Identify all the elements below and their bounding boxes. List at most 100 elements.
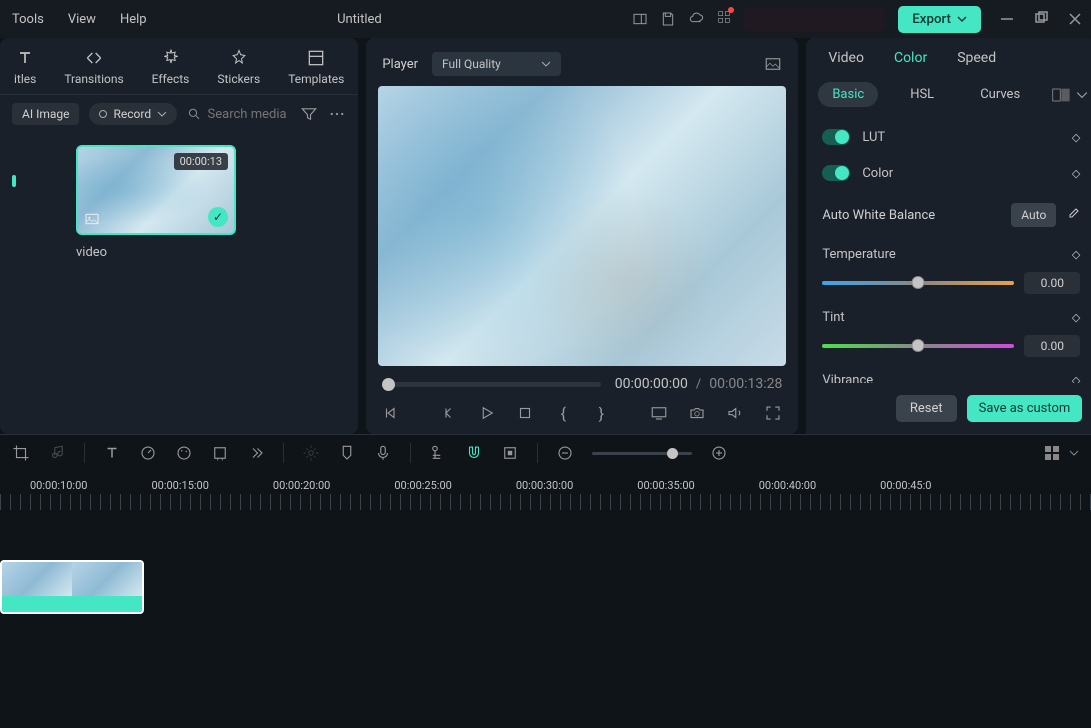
eyedropper-icon[interactable]: [1064, 207, 1080, 223]
keyframe-icon[interactable]: ◇: [1072, 167, 1080, 180]
frame-icon[interactable]: [501, 444, 519, 462]
tab-transitions[interactable]: Transitions: [64, 48, 123, 86]
keyframe-icon[interactable]: ◇: [1072, 311, 1080, 324]
gear-icon[interactable]: [302, 444, 320, 462]
mic-icon[interactable]: [374, 444, 392, 462]
zoom-handle[interactable]: [667, 448, 678, 459]
close-icon[interactable]: [1067, 11, 1083, 27]
ruler-tick: 00:00:35:00: [637, 479, 694, 492]
zoom-in-icon[interactable]: [710, 444, 728, 462]
scrubber-track[interactable]: [382, 382, 600, 387]
tab-speed[interactable]: Speed: [957, 50, 996, 66]
snap-icon[interactable]: [211, 444, 229, 462]
tab-effects[interactable]: Effects: [152, 48, 190, 86]
search-icon[interactable]: [187, 105, 201, 123]
scrubber-handle[interactable]: [382, 378, 395, 391]
camera-icon[interactable]: [688, 404, 706, 422]
tab-stickers[interactable]: Stickers: [217, 48, 260, 86]
notification-dot: [728, 7, 734, 13]
record-button[interactable]: Record: [89, 103, 177, 125]
play-icon[interactable]: [478, 404, 496, 422]
save-icon[interactable]: [660, 11, 676, 27]
mark-out-icon[interactable]: }: [592, 404, 610, 422]
menu-tools[interactable]: Tools: [12, 12, 44, 27]
timeline-toolbar: [0, 434, 1091, 471]
ai-image-button[interactable]: AI Image: [12, 103, 79, 125]
timeline-clip[interactable]: [0, 560, 144, 614]
color-toggle[interactable]: [822, 165, 850, 181]
slider-handle[interactable]: [912, 339, 925, 352]
step-back-icon[interactable]: [440, 404, 458, 422]
media-toolbar: AI Image Record: [0, 94, 358, 133]
subtab-curves[interactable]: Curves: [966, 82, 1034, 107]
maximize-icon[interactable]: [1033, 11, 1049, 27]
save-custom-button[interactable]: Save as custom: [967, 395, 1083, 422]
lut-label: LUT: [862, 130, 885, 145]
keyframe-icon[interactable]: ◇: [1072, 131, 1080, 144]
ruler-tick: 00:00:20:00: [273, 479, 330, 492]
time-ruler[interactable]: 00:00:10:00 00:00:15:00 00:00:20:00 00:0…: [0, 471, 1091, 492]
speed-icon[interactable]: [139, 444, 157, 462]
layout-icon[interactable]: [632, 11, 648, 27]
ruler-tick: 00:00:15:00: [151, 479, 208, 492]
magnet-icon[interactable]: [465, 444, 483, 462]
text-icon[interactable]: [103, 444, 121, 462]
cloud-icon[interactable]: [688, 11, 704, 27]
quality-selector[interactable]: Full Quality: [432, 52, 561, 76]
crop-icon[interactable]: [12, 444, 30, 462]
audio-track-icon[interactable]: [429, 444, 447, 462]
keyframe-icon[interactable]: ◇: [1072, 248, 1080, 261]
account-badge[interactable]: [744, 7, 884, 31]
display-icon[interactable]: [650, 404, 668, 422]
compare-icon[interactable]: [1052, 88, 1070, 102]
media-browser: 00:00:13 ✓ video: [0, 133, 358, 434]
media-item-video[interactable]: 00:00:13 ✓ video: [76, 145, 236, 422]
grid-view-icon[interactable]: [1045, 446, 1059, 460]
awb-label: Auto White Balance: [822, 208, 935, 223]
document-title: Untitled: [87, 12, 633, 27]
tint-label: Tint: [822, 310, 844, 325]
video-preview[interactable]: [378, 86, 786, 366]
tab-templates[interactable]: Templates: [288, 48, 344, 86]
prev-frame-icon[interactable]: [382, 404, 400, 422]
vibrance-label: Vibrance: [822, 373, 873, 383]
export-button[interactable]: Export: [898, 6, 981, 33]
subtab-hsl[interactable]: HSL: [896, 82, 948, 107]
more-tools-icon[interactable]: [247, 444, 265, 462]
zoom-out-icon[interactable]: [556, 444, 574, 462]
tab-video[interactable]: Video: [828, 50, 864, 66]
stop-icon[interactable]: [516, 404, 534, 422]
tab-color[interactable]: Color: [894, 50, 927, 66]
snapshot-icon[interactable]: [764, 55, 782, 73]
tint-value[interactable]: 0.00: [1024, 335, 1080, 357]
tab-titles[interactable]: itles: [14, 48, 36, 86]
filter-icon[interactable]: [300, 105, 318, 123]
tint-group: Tint ◇ 0.00: [822, 302, 1080, 365]
palette-icon[interactable]: [175, 444, 193, 462]
chevron-down-icon[interactable]: [1069, 448, 1079, 458]
lut-toggle[interactable]: [822, 129, 850, 145]
zoom-slider[interactable]: [592, 452, 692, 455]
keyframe-icon[interactable]: ◇: [1072, 374, 1080, 383]
tint-slider[interactable]: [822, 344, 1014, 348]
more-icon[interactable]: [328, 105, 346, 123]
subtab-basic[interactable]: Basic: [818, 82, 878, 107]
auto-button[interactable]: Auto: [1011, 203, 1056, 227]
vibrance-group: Vibrance◇ 0.00: [822, 365, 1080, 383]
volume-icon[interactable]: [726, 404, 744, 422]
fullscreen-icon[interactable]: [764, 404, 782, 422]
ruler-tick: 00:00:40:00: [759, 479, 816, 492]
reset-button[interactable]: Reset: [896, 395, 957, 422]
media-name: video: [76, 245, 236, 260]
chevron-down-icon[interactable]: [1076, 89, 1088, 101]
timeline-tracks[interactable]: [0, 512, 1091, 720]
record-dot-icon: [99, 110, 107, 118]
temperature-slider[interactable]: [822, 281, 1014, 285]
minimize-icon[interactable]: [999, 11, 1015, 27]
search-input[interactable]: [208, 107, 291, 122]
marker-icon[interactable]: [338, 444, 356, 462]
music-icon: [48, 444, 66, 462]
mark-in-icon[interactable]: {: [554, 404, 572, 422]
slider-handle[interactable]: [912, 276, 925, 289]
temperature-value[interactable]: 0.00: [1024, 272, 1080, 294]
